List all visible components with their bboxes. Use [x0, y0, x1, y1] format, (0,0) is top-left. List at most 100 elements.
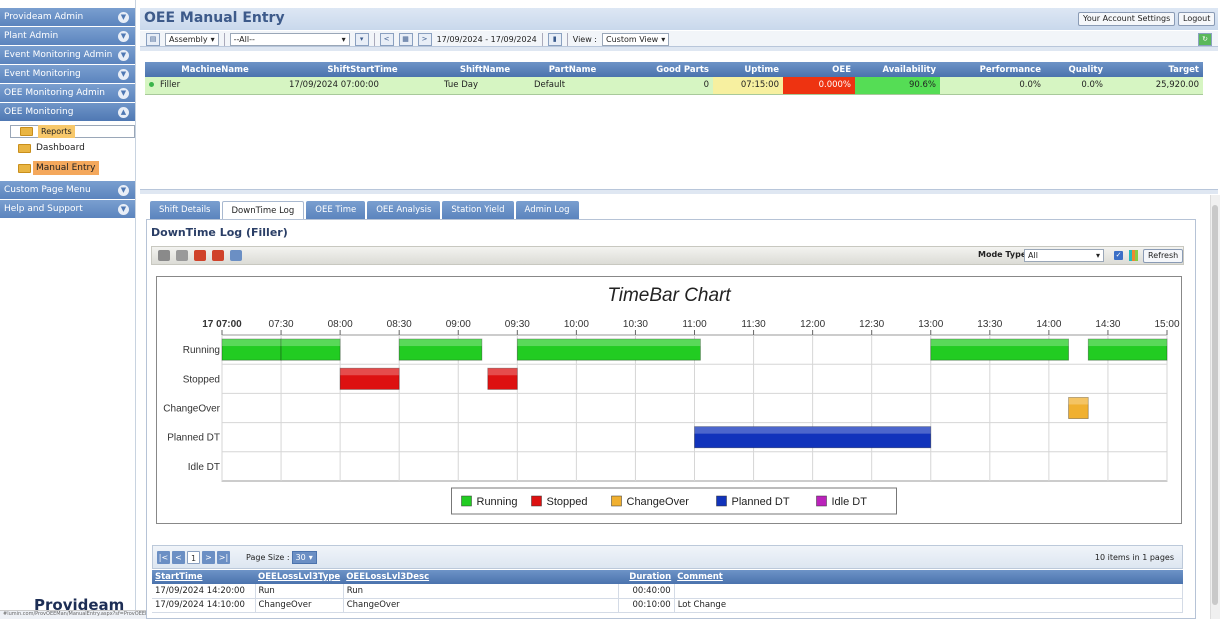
- start-time-cell: 17/09/2024 14:20:00: [152, 584, 256, 599]
- chevron-down-icon: ▼: [118, 11, 129, 23]
- legend-label: Idle DT: [832, 496, 868, 508]
- calendar-icon[interactable]: ▦: [398, 33, 413, 46]
- next-date-button[interactable]: >: [417, 33, 432, 46]
- pager: |< < 1 > >| Page Size : 30 ▾ 10 items in …: [152, 545, 1183, 569]
- tab-shift-details[interactable]: Shift Details: [150, 201, 220, 219]
- nav-provideam-admin[interactable]: Provideam Admin ▼: [0, 8, 135, 26]
- nav-oee-monitoring-admin[interactable]: OEE Monitoring Admin ▼: [0, 84, 135, 102]
- x-tick-label: 13:30: [977, 319, 1002, 330]
- col-header[interactable]: Duration: [618, 570, 675, 584]
- tab-oee-analysis[interactable]: OEE Analysis: [367, 201, 441, 219]
- tab-bar: Shift Details DownTime Log OEE Time OEE …: [150, 201, 579, 219]
- col-header[interactable]: OEE: [783, 62, 855, 77]
- filter-icon[interactable]: ▤: [146, 33, 160, 46]
- page-number[interactable]: 1: [187, 550, 200, 564]
- nav-event-monitoring-admin[interactable]: Event Monitoring Admin ▼: [0, 46, 135, 64]
- bar-chart-icon[interactable]: [1129, 250, 1138, 261]
- page-size-label: Page Size :: [246, 552, 290, 562]
- good-parts-cell: 0: [615, 77, 713, 95]
- logout-button[interactable]: Logout: [1178, 12, 1216, 26]
- table-row[interactable]: 17/09/2024 14:10:00 ChangeOver ChangeOve…: [152, 598, 1184, 613]
- dropdown-icon[interactable]: [230, 250, 242, 261]
- refresh-button[interactable]: Refresh: [1143, 249, 1184, 263]
- col-header[interactable]: OEELossLvl3Desc: [343, 570, 619, 584]
- col-header[interactable]: PartName: [530, 62, 615, 77]
- loss-desc-cell: Run: [343, 584, 619, 599]
- prev-date-button[interactable]: <: [379, 33, 394, 46]
- splitter-top[interactable]: [140, 46, 1218, 51]
- tab-downtime-log[interactable]: DownTime Log: [221, 201, 305, 219]
- tree-item-dashboard[interactable]: Dashboard: [10, 138, 135, 158]
- csv-icon[interactable]: [194, 250, 206, 261]
- first-page-button[interactable]: |<: [157, 550, 170, 564]
- nav-help-and-support[interactable]: Help and Support ▼: [0, 200, 135, 218]
- nav-label: Help and Support: [4, 204, 83, 214]
- assembly-select[interactable]: Assembly ▾: [165, 33, 219, 46]
- tree-item-manual-entry[interactable]: Manual Entry: [10, 158, 135, 178]
- loss-type-cell: Run: [255, 584, 344, 599]
- chevron-down-icon: ▼: [118, 184, 129, 196]
- next-page-button[interactable]: >: [202, 550, 215, 564]
- x-tick-label: 11:30: [741, 319, 766, 330]
- nav-event-monitoring[interactable]: Event Monitoring ▼: [0, 65, 135, 83]
- sidebar: Provideam Admin ▼ Plant Admin ▼ Event Moni…: [0, 0, 136, 619]
- col-header[interactable]: MachineName: [145, 62, 285, 77]
- splitter-middle[interactable]: [140, 189, 1218, 194]
- col-header[interactable]: Availability: [855, 62, 940, 77]
- mode-type-select[interactable]: All ▾: [1024, 249, 1104, 262]
- y-category-label: Planned DT: [167, 433, 220, 444]
- preview-icon[interactable]: [176, 250, 188, 261]
- checkbox-icon[interactable]: ✓: [1114, 251, 1123, 260]
- shift-cell: Tue Day: [440, 77, 530, 95]
- nav-plant-admin[interactable]: Plant Admin ▼: [0, 27, 135, 45]
- time-bar-highlight: [930, 339, 1069, 347]
- col-header[interactable]: ShiftStartTime: [285, 62, 440, 77]
- legend-label: Stopped: [547, 496, 588, 508]
- legend-label: ChangeOver: [627, 496, 690, 508]
- account-settings-button[interactable]: Your Account Settings: [1078, 12, 1176, 26]
- x-tick-label: 12:30: [859, 319, 884, 330]
- col-header[interactable]: OEELossLvl3Type: [255, 570, 344, 584]
- tree-item-reports[interactable]: Reports: [10, 125, 135, 138]
- page-title: OEE Manual Entry: [144, 10, 285, 26]
- chart-icon[interactable]: ▮: [547, 33, 562, 46]
- table-row[interactable]: Filler 17/09/2024 07:00:00 Tue Day Defau…: [145, 77, 1203, 95]
- pdf-icon[interactable]: [212, 250, 224, 261]
- machine-name: Filler: [160, 80, 181, 91]
- last-page-button[interactable]: >|: [217, 550, 230, 564]
- comment-cell[interactable]: [674, 584, 1184, 599]
- print-icon[interactable]: [158, 250, 170, 261]
- col-header[interactable]: Target: [1107, 62, 1203, 77]
- quality-cell: 0.0%: [1045, 77, 1107, 95]
- page-size-select[interactable]: 30 ▾: [291, 550, 317, 564]
- prev-page-button[interactable]: <: [172, 550, 185, 564]
- view-select[interactable]: Custom View ▾: [602, 33, 670, 46]
- refresh-icon[interactable]: ↻: [1198, 33, 1212, 46]
- machine-select[interactable]: --All-- ▾: [229, 33, 350, 46]
- downtime-panel: DownTime Log (Filler) Mode Type All ▾ ✓ R…: [146, 219, 1196, 619]
- comment-cell[interactable]: Lot Change: [674, 598, 1184, 613]
- mode-type-value: All: [1028, 251, 1038, 260]
- col-header[interactable]: Uptime: [713, 62, 783, 77]
- x-tick-label: 14:00: [1036, 319, 1061, 330]
- tab-station-yield[interactable]: Station Yield: [442, 201, 514, 219]
- dropdown-toggle-icon[interactable]: ▾: [354, 33, 369, 46]
- tab-oee-time[interactable]: OEE Time: [306, 201, 366, 219]
- table-row[interactable]: 17/09/2024 14:20:00 Run Run 00:40:00: [152, 584, 1184, 599]
- nav-custom-page-menu[interactable]: Custom Page Menu ▼: [0, 181, 135, 199]
- folder-icon: [18, 143, 31, 153]
- scrollbar-thumb[interactable]: [1212, 205, 1218, 605]
- col-header[interactable]: StartTime: [152, 570, 255, 584]
- chevron-down-icon: ▾: [210, 35, 215, 44]
- col-header[interactable]: Good Parts: [615, 62, 713, 77]
- legend-swatch: [461, 495, 472, 507]
- oee-monitoring-tree: Reports Dashboard Manual Entry: [0, 122, 135, 181]
- col-header[interactable]: Comment: [674, 570, 1183, 584]
- col-header[interactable]: Performance: [940, 62, 1045, 77]
- status-dot-icon: [149, 82, 154, 88]
- nav-oee-monitoring[interactable]: OEE Monitoring ▲: [0, 103, 135, 121]
- nav-label: Provideam Admin: [4, 12, 84, 22]
- col-header[interactable]: ShiftName: [440, 62, 530, 77]
- tab-admin-log[interactable]: Admin Log: [515, 201, 579, 219]
- col-header[interactable]: Quality: [1045, 62, 1107, 77]
